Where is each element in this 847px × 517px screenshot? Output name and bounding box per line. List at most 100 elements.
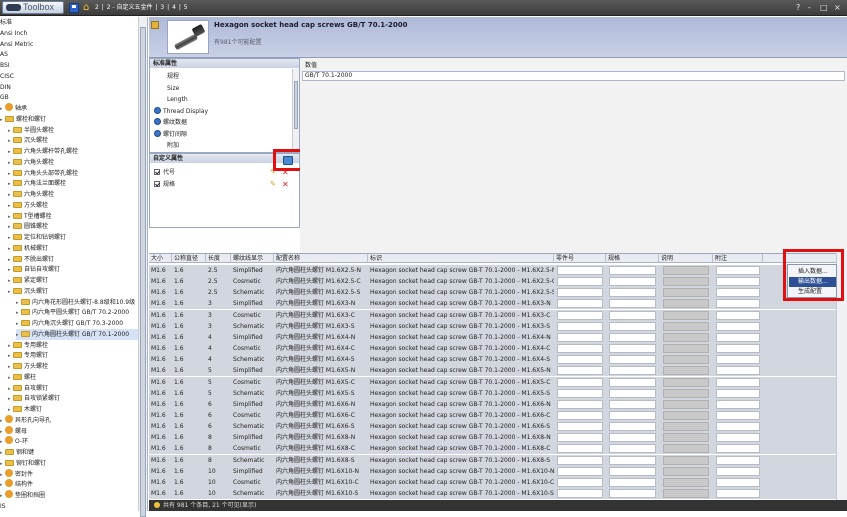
table-edit-cell[interactable] <box>557 455 603 465</box>
table-edit-cell[interactable] <box>609 477 656 487</box>
property-item[interactable]: 附加 <box>154 140 179 151</box>
table-edit-cell[interactable] <box>557 477 603 487</box>
column-header[interactable]: 大小 <box>149 254 172 263</box>
custom-property-item[interactable]: 规格 ✎ ✕ <box>154 179 294 190</box>
tree-item[interactable]: ▸ 自钻自攻螺钉 <box>8 264 138 275</box>
checkbox[interactable] <box>154 169 160 175</box>
tree-item[interactable]: ▸ 垫圈和挡圈 <box>0 490 138 501</box>
tree-item[interactable]: ▸ 定位和钻销螺钉 <box>8 232 138 243</box>
table-edit-cell[interactable] <box>557 466 603 476</box>
table-edit-cell[interactable] <box>716 388 760 398</box>
tree-item[interactable]: CISC <box>0 71 138 82</box>
table-edit-cell[interactable] <box>609 377 656 387</box>
menu-item-generate[interactable]: 生成配置 <box>789 287 836 297</box>
table-edit-cell[interactable] <box>609 277 656 287</box>
tree-item[interactable]: ▸ 沉头螺栓 <box>8 135 138 146</box>
app-title[interactable]: Toolbox <box>2 1 64 14</box>
table-edit-cell[interactable] <box>716 399 760 409</box>
sidebar-scrollbar[interactable] <box>138 17 147 517</box>
table-edit-cell[interactable] <box>609 266 656 275</box>
column-header[interactable]: 公称直径 <box>172 254 206 263</box>
table-edit-cell[interactable] <box>557 344 603 354</box>
properties-scrollbar[interactable] <box>292 69 299 151</box>
property-item[interactable]: Thread Display <box>154 106 208 117</box>
property-item[interactable]: Length <box>154 94 188 105</box>
table-edit-cell[interactable] <box>716 310 760 320</box>
checkbox[interactable] <box>154 181 160 187</box>
table-edit-cell[interactable] <box>716 366 760 376</box>
tree-item[interactable]: ▸ 螺栓和螺钉 <box>0 114 138 125</box>
delete-icon[interactable]: ✕ <box>282 167 289 178</box>
tree-item[interactable]: ▸ 内六角圆柱头螺钉 GB/T 70.1-2000 <box>16 328 138 340</box>
tree-item[interactable]: ▸ 密封件 <box>0 468 138 480</box>
property-item[interactable]: Size <box>154 83 179 94</box>
tree-item[interactable]: ▸ 方头螺栓 <box>8 200 138 211</box>
breadcrumb-item[interactable]: 2 - 自定义五金件 <box>107 4 153 11</box>
table-edit-cell[interactable] <box>557 489 603 498</box>
custom-property-item[interactable]: 代号 ✎ ✕ <box>154 167 294 178</box>
table-edit-cell[interactable] <box>716 377 760 387</box>
table-edit-cell[interactable] <box>716 277 760 287</box>
table-edit-cell[interactable] <box>557 377 603 387</box>
tree-item[interactable]: ▸ 螺母 <box>0 425 138 437</box>
table-edit-cell[interactable] <box>609 399 656 409</box>
tree-item[interactable]: ▸ 专用螺栓 <box>8 340 138 351</box>
breadcrumb[interactable]: 2 | 2 - 自定义五金件 | 3 | 4 | 5 <box>95 3 189 13</box>
close-button[interactable]: × <box>834 3 841 12</box>
table-edit-cell[interactable] <box>716 321 760 331</box>
table-edit-cell[interactable] <box>557 310 603 320</box>
table-edit-cell[interactable] <box>716 422 760 432</box>
table-edit-cell[interactable] <box>609 310 656 320</box>
value-input[interactable]: GB/T 70.1-2000 <box>302 71 845 81</box>
tree-item[interactable]: ▸ 轴承 <box>0 103 138 114</box>
table-edit-cell[interactable] <box>716 455 760 465</box>
tree-item[interactable]: ▸ 圆锥螺栓 <box>8 221 138 232</box>
minimize-button[interactable]: - <box>808 3 811 12</box>
table-edit-cell[interactable] <box>557 299 603 309</box>
tree-item[interactable]: Ansi Metric <box>0 39 138 50</box>
pencil-icon[interactable]: ✎ <box>270 167 276 178</box>
property-item[interactable]: 螺钉间隙 <box>154 129 187 140</box>
tree-item[interactable]: ▸ 自攻螺钉 <box>8 383 138 394</box>
sidebar-scroll-thumb[interactable] <box>140 27 146 517</box>
table-edit-cell[interactable] <box>557 366 603 376</box>
table-edit-cell[interactable] <box>557 410 603 420</box>
tree-item[interactable]: ▸ T型槽螺栓 <box>8 211 138 222</box>
property-item[interactable]: 螺纹数据 <box>154 117 187 128</box>
table-edit-cell[interactable] <box>557 388 603 398</box>
tree-item[interactable]: ▸ 自攻锁紧螺钉 <box>8 393 138 404</box>
column-header[interactable]: 配置名称 <box>274 254 368 263</box>
tree-item[interactable]: ▸ 六角头螺杆带孔螺栓 <box>8 146 138 157</box>
tree-item[interactable]: ▸ 六角头螺栓 <box>8 157 138 168</box>
table-edit-cell[interactable] <box>609 366 656 376</box>
standards-tree[interactable]: 标准 Ansi Inch Ansi Metric AS BSI CISC DIN GB ▸ 轴承 ▸… <box>0 17 148 511</box>
tree-item[interactable]: ▸ 机械螺钉 <box>8 243 138 254</box>
table-edit-cell[interactable] <box>609 410 656 420</box>
table-edit-cell[interactable] <box>609 299 656 309</box>
table-edit-cell[interactable] <box>716 477 760 487</box>
column-header[interactable]: 标识 <box>368 254 554 263</box>
tree-item[interactable]: ▸ 铆钉和螺钉 <box>0 458 138 469</box>
table-edit-cell[interactable] <box>557 433 603 443</box>
tree-item[interactable]: DIN <box>0 82 138 93</box>
table-edit-cell[interactable] <box>716 266 760 275</box>
table-edit-cell[interactable] <box>557 266 603 275</box>
property-item[interactable]: 规程 <box>154 71 179 82</box>
tree-item[interactable]: ▸ 专用螺钉 <box>8 350 138 361</box>
column-header[interactable]: 说明 <box>659 254 713 263</box>
table-edit-cell[interactable] <box>609 388 656 398</box>
menu-item-import[interactable]: 插入数据... <box>789 267 836 277</box>
table-edit-cell[interactable] <box>609 332 656 342</box>
table-edit-cell[interactable] <box>557 444 603 454</box>
tree-item[interactable]: ▸ 六角头头部带孔螺栓 <box>8 168 138 179</box>
column-header[interactable]: 长度 <box>206 254 231 263</box>
table-edit-cell[interactable] <box>716 288 760 298</box>
tree-item[interactable]: ▸ 沉头螺钉 <box>8 286 138 297</box>
breadcrumb-item[interactable]: 2 <box>95 4 99 11</box>
table-edit-cell[interactable] <box>716 433 760 443</box>
tree-item[interactable]: ▸ 内六角平圆头螺钉 GB/T 70.2-2000 <box>16 307 138 318</box>
table-edit-cell[interactable] <box>557 422 603 432</box>
column-header[interactable]: 规格 <box>606 254 659 263</box>
table-edit-cell[interactable] <box>716 299 760 309</box>
table-edit-cell[interactable] <box>609 344 656 354</box>
